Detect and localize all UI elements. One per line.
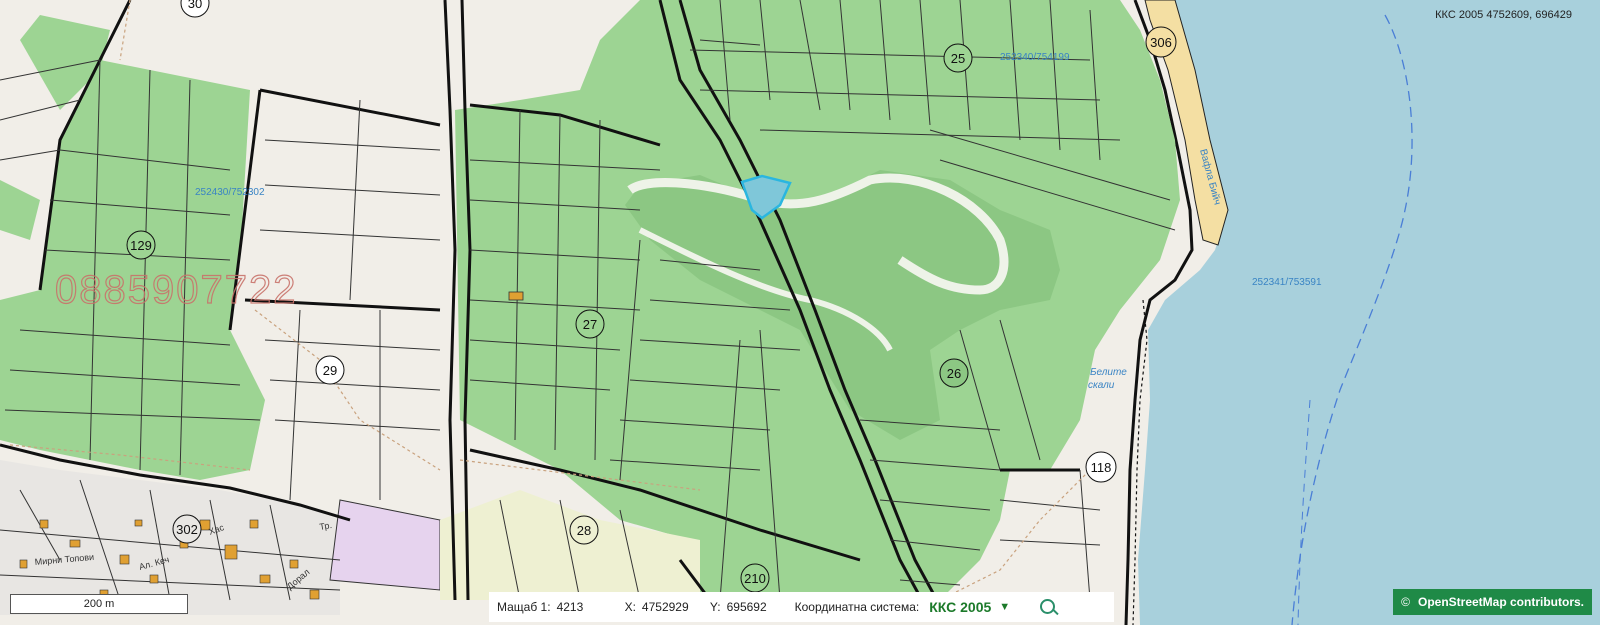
x-value[interactable]: 4752929 <box>642 600 702 614</box>
sea <box>1138 0 1600 625</box>
copyright-icon: © <box>1401 595 1410 609</box>
parcel-number-29: 29 <box>323 363 337 378</box>
ref-label-b: 252340/754199 <box>1000 52 1070 63</box>
parcel-number-25: 25 <box>951 51 965 66</box>
scale-label: Мащаб 1: <box>497 600 551 614</box>
ref-label-a: 252430/752302 <box>195 187 265 198</box>
cliffs-label-2: скали <box>1088 380 1115 391</box>
scale-bar: 200 m <box>10 594 188 614</box>
x-label: X: <box>624 600 636 614</box>
parcel-number-118: 118 <box>1091 460 1112 475</box>
scale-value[interactable]: 4213 <box>557 600 617 614</box>
y-value[interactable]: 695692 <box>727 600 787 614</box>
cliffs-label-1: Белите <box>1090 367 1127 378</box>
attribution-text: OpenStreetMap contributors. <box>1417 595 1584 609</box>
parcel-number-306: 306 <box>1150 35 1172 50</box>
chevron-down-icon[interactable]: ▼ <box>999 601 1010 613</box>
osm-attribution[interactable]: © OpenStreetMap contributors. <box>1393 589 1592 615</box>
parcel-number-302: 302 <box>176 522 198 537</box>
y-label: Y: <box>709 600 721 614</box>
parcel-number-27: 27 <box>583 317 597 332</box>
parcel-number-30: 30 <box>188 0 202 11</box>
crs-select[interactable]: ККС 2005 <box>929 599 991 615</box>
map-toolbar: Мащаб 1: 4213 X: 4752929 Y: 695692 Коорд… <box>489 592 1114 622</box>
crs-label: Координатна система: <box>794 600 920 614</box>
phone-watermark: 0885907722 <box>54 267 298 312</box>
street-label-5: Тр. <box>319 520 333 532</box>
parcel-number-28: 28 <box>577 523 591 538</box>
search-icon[interactable] <box>1038 597 1058 617</box>
parcel-number-129: 129 <box>130 238 152 253</box>
ref-label-c: 252341/753591 <box>1252 277 1322 288</box>
building <box>508 291 524 301</box>
parcel-number-210: 210 <box>744 571 766 586</box>
parcel-number-26: 26 <box>947 366 961 381</box>
top-coordinates: ККС 2005 4752609, 696429 <box>1435 9 1572 21</box>
